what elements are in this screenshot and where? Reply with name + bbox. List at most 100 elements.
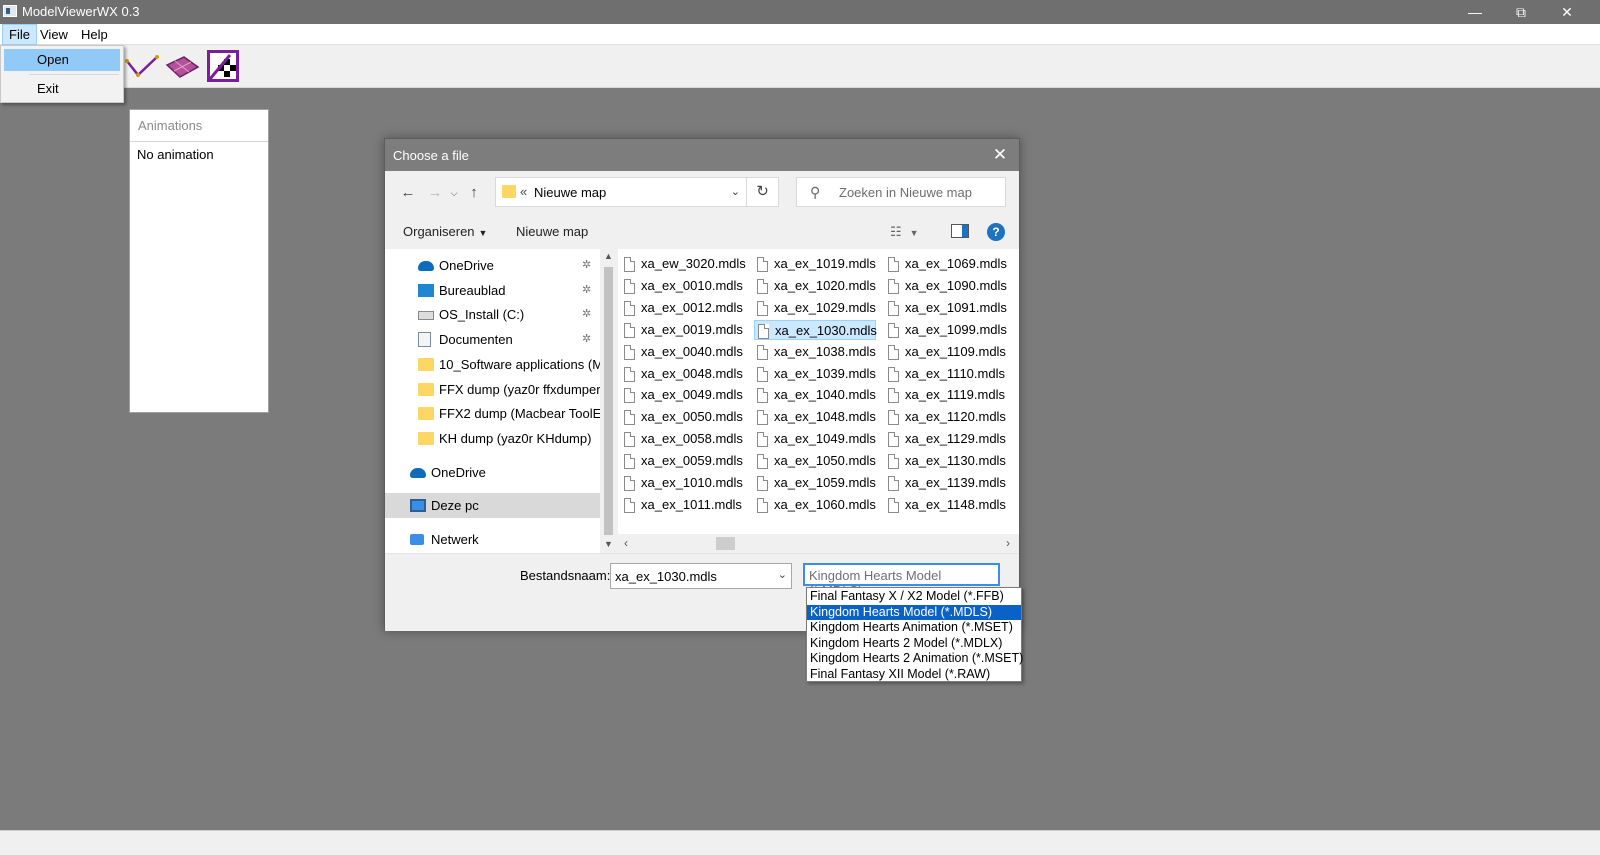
nav-item-onedrive[interactable]: OneDrive ✲: [385, 253, 600, 278]
file-item[interactable]: xa_ex_1090.mdls: [885, 276, 1007, 296]
file-item[interactable]: xa_ex_0058.mdls: [621, 429, 743, 449]
nav-item-kh-dump-yaz0r-khdump[interactable]: KH dump (yaz0r KHdump): [385, 426, 600, 451]
folder-icon: [418, 358, 434, 371]
file-item[interactable]: xa_ex_1120.mdls: [885, 407, 1007, 427]
scroll-up-icon[interactable]: ▲: [602, 251, 615, 261]
filetype-option[interactable]: Kingdom Hearts Animation (*.MSET): [807, 620, 1021, 636]
file-item[interactable]: xa_ex_0040.mdls: [621, 342, 743, 362]
file-item[interactable]: xa_ex_1039.mdls: [754, 364, 876, 384]
nav-item-ffx-dump-yaz0r-ffxdumper[interactable]: FFX dump (yaz0r ffxdumper): [385, 377, 600, 402]
file-name: xa_ex_0012.mdls: [641, 299, 743, 315]
mesh-tool-icon[interactable]: [164, 49, 200, 83]
file-name: xa_ex_0050.mdls: [641, 409, 743, 425]
hscroll-thumb[interactable]: [716, 537, 735, 550]
file-item[interactable]: xa_ex_1020.mdls: [754, 276, 876, 296]
nav-item-bureaublad[interactable]: Bureaublad ✲: [385, 278, 600, 303]
file-item[interactable]: xa_ex_1091.mdls: [885, 298, 1007, 318]
view-options-icon[interactable]: ☷ ▼: [890, 224, 919, 240]
file-item[interactable]: xa_ex_0059.mdls: [621, 451, 743, 471]
filetype-option[interactable]: Final Fantasy X / X2 Model (*.FFB): [807, 589, 1021, 605]
organize-button[interactable]: Organiseren ▼: [403, 224, 487, 239]
refresh-icon[interactable]: ↻: [747, 177, 779, 207]
nav-item-netwerk[interactable]: Netwerk: [385, 527, 600, 552]
filetype-option[interactable]: Kingdom Hearts 2 Model (*.MDLX): [807, 636, 1021, 652]
file-item[interactable]: xa_ex_0010.mdls: [621, 276, 743, 296]
nav-item-ffx2-dump-macbear-toolext[interactable]: FFX2 dump (Macbear ToolExt: [385, 401, 600, 426]
filetype-select[interactable]: Kingdom Hearts Model (*.MDLS): [803, 563, 1000, 598]
scroll-thumb[interactable]: [604, 267, 613, 535]
file-item[interactable]: xa_ex_1099.mdls: [885, 320, 1007, 340]
file-item[interactable]: xa_ex_1148.mdls: [885, 495, 1007, 515]
filetype-option[interactable]: Kingdom Hearts 2 Animation (*.MSET): [807, 651, 1023, 667]
recent-locations-chevron-icon[interactable]: ⌵: [443, 182, 465, 204]
file-item[interactable]: xa_ex_1029.mdls: [754, 298, 876, 318]
file-icon: [757, 497, 768, 513]
file-item[interactable]: xa_ex_1109.mdls: [885, 342, 1007, 362]
nav-item-documenten[interactable]: Documenten ✲: [385, 327, 600, 352]
file-item[interactable]: xa_ex_1030.mdls: [754, 319, 877, 340]
file-item[interactable]: xa_ex_1119.mdls: [885, 385, 1007, 405]
scroll-left-icon[interactable]: ‹: [624, 536, 628, 550]
file-item[interactable]: xa_ex_1139.mdls: [885, 473, 1007, 493]
address-path[interactable]: Nieuwe map: [534, 185, 606, 200]
file-item[interactable]: xa_ex_0048.mdls: [621, 364, 743, 384]
up-arrow-icon[interactable]: ↑: [463, 182, 485, 204]
help-icon[interactable]: ?: [987, 223, 1005, 241]
file-item[interactable]: xa_ex_0012.mdls: [621, 298, 743, 318]
nav-item-deze-pc[interactable]: Deze pc: [385, 493, 600, 518]
menu-view[interactable]: View: [34, 24, 74, 45]
nav-item-10-software-applications-mi[interactable]: 10_Software applications (Mi: [385, 352, 600, 377]
menu-help[interactable]: Help: [75, 24, 114, 45]
back-arrow-icon[interactable]: ←: [397, 182, 419, 204]
file-item[interactable]: xa_ex_1049.mdls: [754, 429, 876, 449]
search-icon: ⚲: [810, 184, 821, 200]
chevron-down-icon[interactable]: ⌄: [731, 185, 740, 198]
horizontal-scrollbar[interactable]: ‹ ›: [618, 534, 1019, 553]
file-item[interactable]: xa_ex_1110.mdls: [885, 364, 1007, 384]
preview-pane-icon[interactable]: [951, 224, 969, 238]
file-item[interactable]: xa_ex_1040.mdls: [754, 385, 876, 405]
search-input[interactable]: ⚲ Zoeken in Nieuwe map: [796, 177, 1006, 207]
scroll-right-icon[interactable]: ›: [1006, 536, 1010, 550]
file-icon: [888, 497, 899, 513]
texture-tool-icon[interactable]: [206, 49, 242, 83]
file-item[interactable]: xa_ex_1010.mdls: [621, 473, 743, 493]
nav-item-onedrive[interactable]: OneDrive: [385, 460, 600, 485]
file-item[interactable]: xa_ex_1129.mdls: [885, 429, 1007, 449]
minimize-button[interactable]: —: [1452, 0, 1498, 24]
file-item[interactable]: xa_ex_1060.mdls: [754, 495, 876, 515]
nav-scrollbar[interactable]: ▲ ▼: [600, 249, 617, 553]
file-name: xa_ex_0019.mdls: [641, 321, 743, 337]
file-item[interactable]: xa_ex_1048.mdls: [754, 407, 876, 427]
file-item[interactable]: xa_ex_1130.mdls: [885, 451, 1007, 471]
lines-tool-icon[interactable]: [124, 49, 160, 83]
file-item[interactable]: xa_ex_0049.mdls: [621, 385, 743, 405]
new-folder-button[interactable]: Nieuwe map: [516, 224, 588, 239]
file-item[interactable]: xa_ew_3020.mdls: [621, 254, 746, 274]
nav-item-os-install-c[interactable]: OS_Install (C:) ✲: [385, 302, 600, 327]
file-item[interactable]: xa_ex_1019.mdls: [754, 254, 876, 274]
file-icon: [624, 322, 635, 338]
file-item[interactable]: xa_ex_1050.mdls: [754, 451, 876, 471]
filetype-option[interactable]: Final Fantasy XII Model (*.RAW): [807, 667, 1021, 683]
file-item[interactable]: xa_ex_1059.mdls: [754, 473, 876, 493]
menu-file[interactable]: File: [2, 24, 37, 45]
animation-item[interactable]: No animation: [137, 147, 214, 162]
scroll-down-icon[interactable]: ▼: [602, 539, 615, 549]
filename-input[interactable]: xa_ex_1030.mdls ⌄: [610, 563, 792, 589]
address-bar[interactable]: « Nieuwe map ⌄: [495, 177, 747, 207]
file-item[interactable]: xa_ex_1038.mdls: [754, 342, 876, 362]
close-window-button[interactable]: ✕: [1544, 0, 1590, 24]
file-name: xa_ex_1059.mdls: [774, 475, 876, 490]
menu-exit[interactable]: Exit: [4, 78, 120, 100]
file-item[interactable]: xa_ex_1069.mdls: [885, 254, 1007, 274]
file-item[interactable]: xa_ex_1011.mdls: [621, 495, 743, 515]
restore-button[interactable]: ⧉: [1498, 0, 1544, 24]
dialog-close-button[interactable]: ✕: [987, 143, 1013, 167]
file-name: xa_ex_1010.mdls: [641, 475, 743, 490]
file-item[interactable]: xa_ex_0019.mdls: [621, 320, 743, 340]
menu-open[interactable]: Open: [4, 49, 120, 71]
chevron-down-icon[interactable]: ⌄: [778, 568, 787, 581]
file-item[interactable]: xa_ex_0050.mdls: [621, 407, 743, 427]
filetype-option[interactable]: Kingdom Hearts Model (*.MDLS): [807, 604, 1021, 620]
